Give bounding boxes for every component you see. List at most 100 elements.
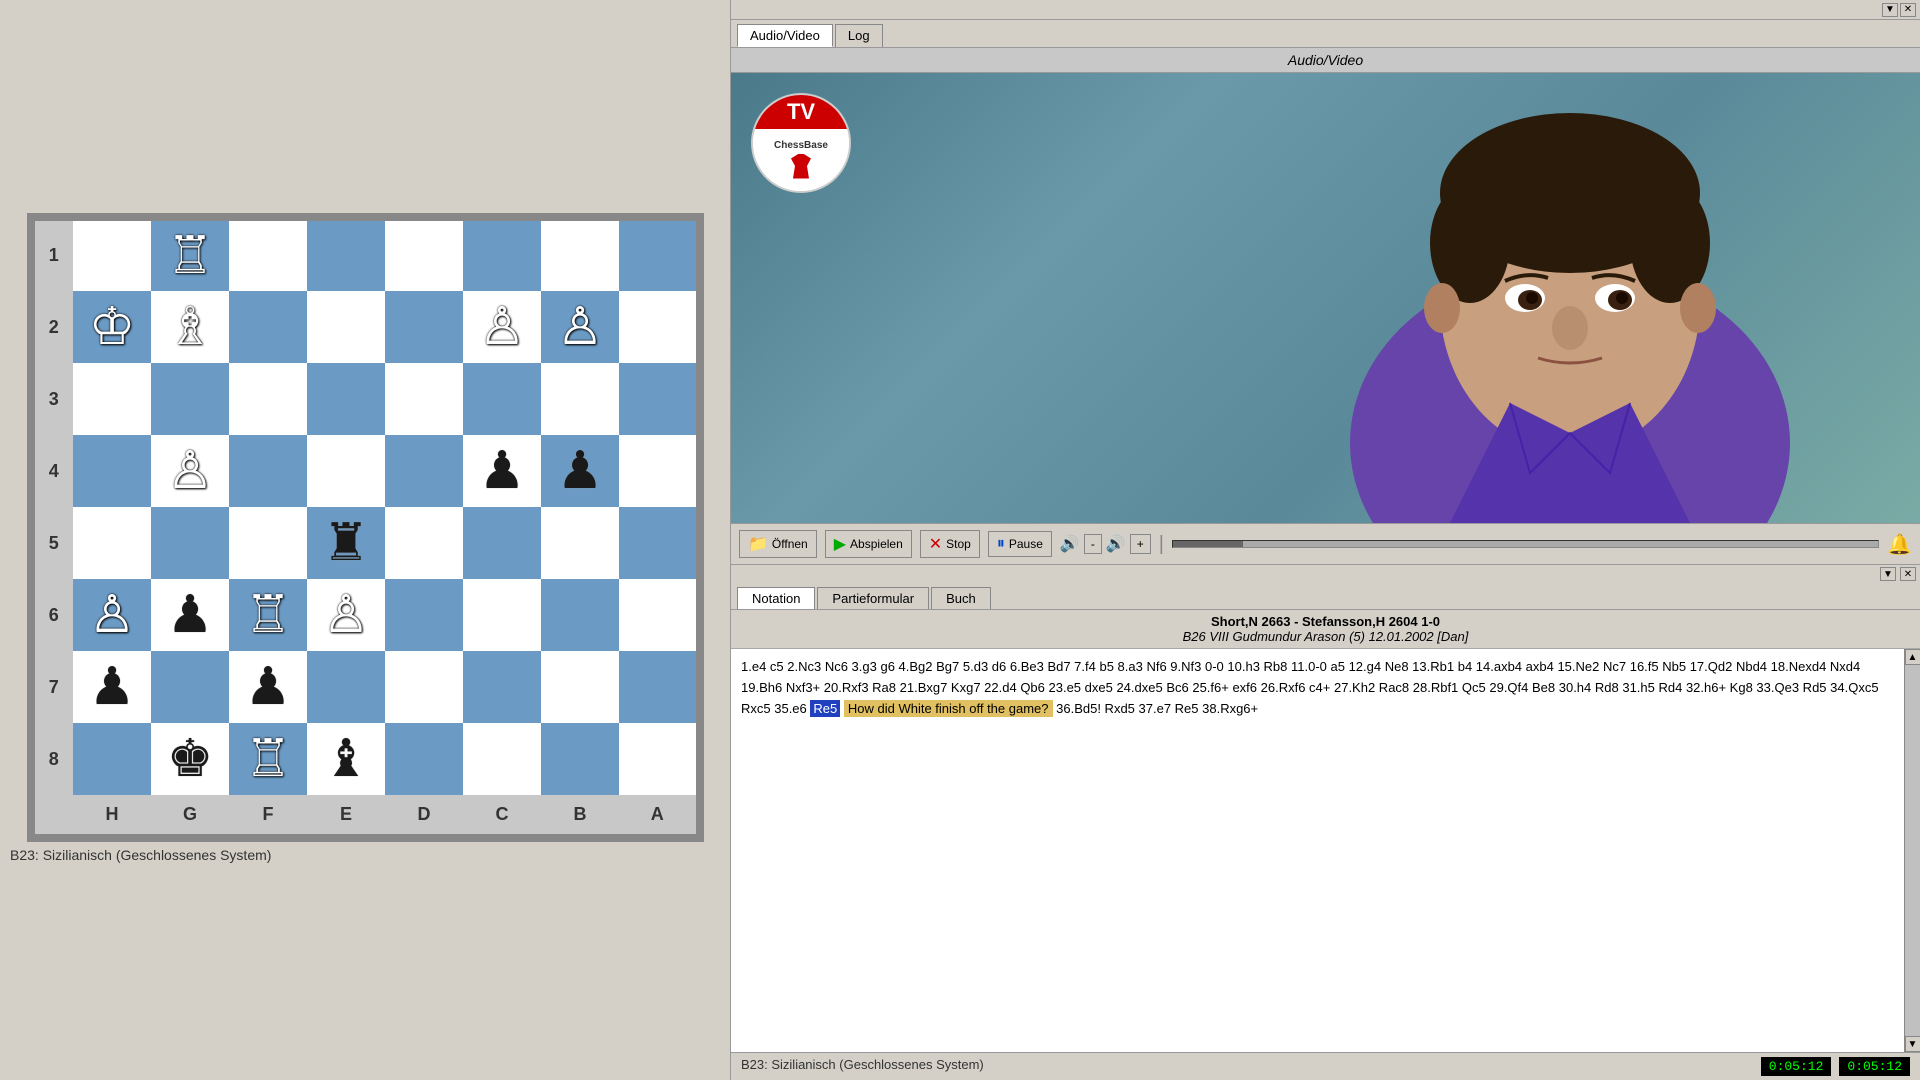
square-c1[interactable] [463,219,541,291]
square-h1[interactable] [73,219,151,291]
square-g8[interactable]: ♚ [151,723,229,795]
square-h3[interactable] [73,363,151,435]
tv-text: TV [787,99,815,124]
square-h7[interactable]: ♟ [73,651,151,723]
volume-up-button[interactable]: + [1130,534,1151,554]
square-e4[interactable] [307,435,385,507]
scroll-up-button[interactable]: ▲ [1905,649,1920,665]
square-g6[interactable]: ♟ [151,579,229,651]
square-d8[interactable] [385,723,463,795]
board-container: 1♖2♔♗♙♙34♙♟♟5♜6♙♟♖♙7♟♟8♚♖♝HGFEDCBA [27,213,704,842]
square-h5[interactable] [73,507,151,579]
square-a3[interactable] [619,363,697,435]
square-d6[interactable] [385,579,463,651]
square-c3[interactable] [463,363,541,435]
square-e1[interactable] [307,219,385,291]
square-f1[interactable] [229,219,307,291]
square-b6[interactable] [541,579,619,651]
square-b5[interactable] [541,507,619,579]
square-d1[interactable] [385,219,463,291]
square-f3[interactable] [229,363,307,435]
tab-audio-video[interactable]: Audio/Video [737,24,833,47]
square-e6[interactable]: ♙ [307,579,385,651]
square-e5[interactable]: ♜ [307,507,385,579]
open-button[interactable]: 📁 Öffnen [739,530,817,558]
square-c6[interactable] [463,579,541,651]
square-a5[interactable] [619,507,697,579]
tab-log[interactable]: Log [835,24,883,47]
square-g2[interactable]: ♗ [151,291,229,363]
square-b1[interactable] [541,219,619,291]
square-a4[interactable] [619,435,697,507]
square-g7[interactable] [151,651,229,723]
play-button[interactable]: ▶ Abspielen [825,530,912,558]
progress-bar[interactable] [1172,540,1879,548]
square-d3[interactable] [385,363,463,435]
square-b4[interactable]: ♟ [541,435,619,507]
piece-e8: ♝ [323,730,370,788]
video-background: TV ChessBase [731,73,1920,523]
chess-board: 1♖2♔♗♙♙34♙♟♟5♜6♙♟♖♙7♟♟8♚♖♝HGFEDCBA [32,218,699,837]
square-a8[interactable] [619,723,697,795]
square-a1[interactable] [619,219,697,291]
notation-minimize[interactable]: ▼ [1880,567,1896,581]
square-c4[interactable]: ♟ [463,435,541,507]
square-e3[interactable] [307,363,385,435]
right-panel: ▼ ✕ Audio/Video Log Audio/Video TV [730,0,1920,1080]
square-a6[interactable] [619,579,697,651]
square-c2[interactable]: ♙ [463,291,541,363]
square-b2[interactable]: ♙ [541,291,619,363]
scroll-track[interactable] [1905,665,1920,1036]
square-h6[interactable]: ♙ [73,579,151,651]
square-h8[interactable] [73,723,151,795]
square-c7[interactable] [463,651,541,723]
square-a7[interactable] [619,651,697,723]
square-d2[interactable] [385,291,463,363]
square-f8[interactable]: ♖ [229,723,307,795]
square-b8[interactable] [541,723,619,795]
notation-content[interactable]: 1.e4 c5 2.Nc3 Nc6 3.g3 g6 4.Bg2 Bg7 5.d3… [731,649,1904,1052]
rank-label-2: 2 [33,291,73,363]
square-e2[interactable] [307,291,385,363]
square-c8[interactable] [463,723,541,795]
square-e8[interactable]: ♝ [307,723,385,795]
piece-e6: ♙ [323,586,370,644]
tab-notation[interactable]: Notation [737,587,815,609]
square-a2[interactable] [619,291,697,363]
square-d7[interactable] [385,651,463,723]
notation-close[interactable]: ✕ [1900,567,1916,581]
separator: | [1159,533,1164,556]
pause-button[interactable]: ⏸ Pause [988,531,1052,557]
scroll-down-button[interactable]: ▼ [1905,1036,1920,1052]
square-f5[interactable] [229,507,307,579]
square-e7[interactable] [307,651,385,723]
volume-down-button[interactable]: - [1084,534,1102,554]
square-g1[interactable]: ♖ [151,219,229,291]
tab-buch[interactable]: Buch [931,587,991,609]
piece-c4: ♟ [479,442,526,500]
square-f7[interactable]: ♟ [229,651,307,723]
stop-button[interactable]: ✕ Stop [920,530,980,558]
square-f4[interactable] [229,435,307,507]
piece-b2: ♙ [557,298,604,356]
minimize-button[interactable]: ▼ [1882,3,1898,17]
square-b3[interactable] [541,363,619,435]
close-button[interactable]: ✕ [1900,3,1916,17]
square-b7[interactable] [541,651,619,723]
time-display-1: 0:05:12 [1761,1057,1832,1076]
tv-logo: TV ChessBase [751,93,851,193]
square-d5[interactable] [385,507,463,579]
square-h4[interactable] [73,435,151,507]
square-g4[interactable]: ♙ [151,435,229,507]
game-info: Short,N 2663 - Stefansson,H 2604 1-0 B26… [731,610,1920,649]
square-f2[interactable] [229,291,307,363]
square-g5[interactable] [151,507,229,579]
tab-partieformular[interactable]: Partieformular [817,587,929,609]
volume-control: 🔊 - 🔊 + [1060,534,1151,554]
square-f6[interactable]: ♖ [229,579,307,651]
square-g3[interactable] [151,363,229,435]
piece-f8: ♖ [245,730,292,788]
square-d4[interactable] [385,435,463,507]
square-h2[interactable]: ♔ [73,291,151,363]
square-c5[interactable] [463,507,541,579]
